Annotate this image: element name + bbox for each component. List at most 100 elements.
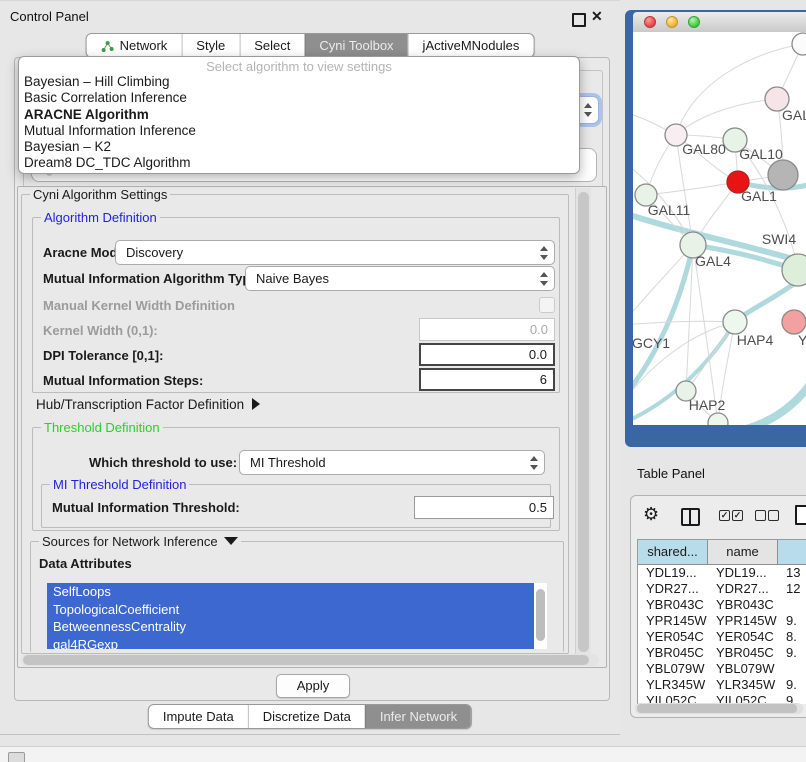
- node-label: GAL10: [739, 146, 783, 162]
- deselect-all-icon[interactable]: [755, 510, 766, 521]
- attribute-list-item[interactable]: TopologicalCoefficient: [47, 601, 534, 619]
- algorithm-option[interactable]: Bayesian – Hill Climbing: [19, 74, 579, 90]
- horizontal-scrollbar[interactable]: [21, 654, 599, 666]
- close-traffic-light-icon[interactable]: [644, 16, 656, 28]
- scrollbar-thumb[interactable]: [23, 655, 589, 665]
- tab-style[interactable]: Style: [181, 34, 239, 57]
- table-row[interactable]: YBR045CYBR045C9.: [638, 645, 806, 661]
- node-label: GAL4: [695, 253, 731, 269]
- algorithm-option[interactable]: Basic Correlation Inference: [19, 90, 579, 106]
- column-header-shared[interactable]: shared...: [638, 540, 708, 564]
- column-header-a[interactable]: A: [778, 540, 806, 564]
- threshold-combobox[interactable]: MI Threshold: [239, 450, 545, 475]
- tab-label: Impute Data: [163, 709, 234, 724]
- minimize-traffic-light-icon[interactable]: [666, 16, 678, 28]
- deselect-all-icon[interactable]: [768, 510, 779, 521]
- node-label: GAL11: [648, 202, 691, 218]
- tab-cyni-toolbox[interactable]: Cyni Toolbox: [304, 34, 407, 57]
- algorithm-option[interactable]: Bayesian – K2: [19, 139, 579, 155]
- column-view-icon[interactable]: [681, 508, 700, 526]
- attribute-list-item[interactable]: SelfLoops: [47, 583, 534, 601]
- node-label: SWI4: [762, 231, 796, 247]
- network-labels: GALGAL80GAL10GAL1GAL11GAL4SWI4GCY1HAP4YH…: [633, 107, 806, 413]
- mi-steps-field[interactable]: 6: [419, 368, 555, 391]
- select-all-icon[interactable]: ✓: [732, 510, 743, 521]
- vertical-scrollbar[interactable]: [575, 188, 591, 664]
- tab-select[interactable]: Select: [239, 34, 304, 57]
- select-all-icon[interactable]: ✓: [719, 510, 730, 521]
- table-row[interactable]: YER054CYER054C8.: [638, 629, 806, 645]
- algorithm-option[interactable]: Mutual Information Inference: [19, 123, 579, 139]
- table-horizontal-scrollbar[interactable]: [635, 703, 803, 714]
- tab-label: Infer Network: [380, 709, 457, 724]
- scrollbar-thumb[interactable]: [637, 704, 797, 713]
- tab-jactivemnodules[interactable]: jActiveMNodules: [408, 34, 534, 57]
- table-row[interactable]: YBL079WYBL079W: [638, 661, 806, 677]
- table-cell: YBR045C: [708, 645, 778, 661]
- dpi-tolerance-label: DPI Tolerance [0,1]:: [43, 348, 163, 363]
- network-edge: [733, 380, 806, 425]
- maximize-traffic-light-icon[interactable]: [688, 16, 700, 28]
- settings-gear-icon[interactable]: ⚙: [643, 504, 659, 525]
- manual-kernel-label: Manual Kernel Width Definition: [43, 298, 235, 313]
- table-cell: YBL079W: [708, 661, 778, 677]
- hub-definition-label: Hub/Transcription Factor Definition: [36, 397, 244, 412]
- group-title: Algorithm Definition: [41, 210, 160, 225]
- dpi-tolerance-field[interactable]: 0.0: [419, 343, 555, 366]
- column-header-name[interactable]: name: [708, 540, 778, 564]
- tab-network[interactable]: Network: [87, 34, 182, 57]
- tab-discretize-data[interactable]: Discretize Data: [248, 705, 365, 728]
- sources-group: Sources for Network Inference Data Attri…: [30, 541, 564, 652]
- tab-label: Network: [120, 38, 168, 53]
- table-row[interactable]: YBR043CYBR043C: [638, 597, 806, 613]
- apply-button[interactable]: Apply: [276, 674, 350, 698]
- node-label: GAL1: [741, 188, 777, 204]
- hub-definition-toggle[interactable]: Hub/Transcription Factor Definition: [36, 397, 260, 412]
- new-table-icon[interactable]: [795, 505, 806, 525]
- mi-threshold-field[interactable]: 0.5: [414, 496, 554, 519]
- combo-stepper-icon: [530, 456, 539, 470]
- table-cell: YBR043C: [638, 597, 708, 613]
- tab-infer-network[interactable]: Infer Network: [365, 705, 471, 728]
- aracne-mode-combobox[interactable]: Discovery: [115, 240, 555, 265]
- combo-value: Discovery: [126, 245, 183, 260]
- network-canvas[interactable]: GALGAL80GAL10GAL1GAL11GAL4SWI4GCY1HAP4YH…: [633, 32, 806, 425]
- threshold-definition-group: Threshold Definition Which threshold to …: [32, 427, 560, 531]
- combo-stepper-icon: [584, 103, 593, 117]
- tab-label: Select: [254, 38, 290, 53]
- network-node-hap4[interactable]: [723, 310, 747, 334]
- attribute-list-item[interactable]: gal4RGexp: [47, 636, 534, 650]
- network-node[interactable]: [768, 160, 798, 190]
- data-attributes-list[interactable]: SelfLoopsTopologicalCoefficientBetweenne…: [47, 583, 547, 649]
- algorithm-select-popup: Select algorithm to view settings Bayesi…: [18, 56, 580, 174]
- float-window-icon[interactable]: [572, 13, 586, 27]
- mi-algorithm-type-combobox[interactable]: Naive Bayes: [245, 266, 555, 291]
- tab-label: Discretize Data: [263, 709, 351, 724]
- data-attributes-label: Data Attributes: [39, 556, 132, 571]
- tab-impute-data[interactable]: Impute Data: [149, 705, 248, 728]
- network-window-titlebar[interactable]: [633, 12, 806, 33]
- network-node-y[interactable]: [782, 310, 806, 334]
- network-node[interactable]: [708, 413, 728, 425]
- scrollbar-thumb[interactable]: [578, 192, 589, 652]
- algorithm-option[interactable]: Dream8 DC_TDC Algorithm: [19, 155, 579, 171]
- table-row[interactable]: YPR145WYPR145W9.: [638, 613, 806, 629]
- combo-value: Naive Bayes: [256, 271, 329, 286]
- popup-placeholder: Select algorithm to view settings: [19, 57, 579, 74]
- attribute-list-item[interactable]: BetweennessCentrality: [47, 618, 534, 636]
- algorithm-option[interactable]: ARACNE Algorithm: [19, 107, 579, 123]
- sources-toggle[interactable]: Sources for Network Inference: [39, 534, 241, 549]
- minimized-panel-icon[interactable]: [8, 752, 25, 762]
- table-cell: YPR145W: [638, 613, 708, 629]
- list-scrollbar-thumb[interactable]: [536, 589, 545, 641]
- cyni-mode-tab-bar: Impute Data Discretize Data Infer Network: [148, 704, 472, 729]
- table-row[interactable]: YDL19...YDL19...13: [638, 565, 806, 581]
- node-label: GCY1: [633, 335, 670, 351]
- combo-stepper-icon: [540, 246, 549, 260]
- close-icon[interactable]: ✕: [591, 8, 603, 25]
- network-node[interactable]: [792, 33, 806, 55]
- kernel-width-field[interactable]: 0.0: [419, 318, 555, 341]
- manual-kernel-checkbox[interactable]: [539, 297, 555, 313]
- table-row[interactable]: YLR345WYLR345W9.: [638, 677, 806, 693]
- table-row[interactable]: YDR27...YDR27...12: [638, 581, 806, 597]
